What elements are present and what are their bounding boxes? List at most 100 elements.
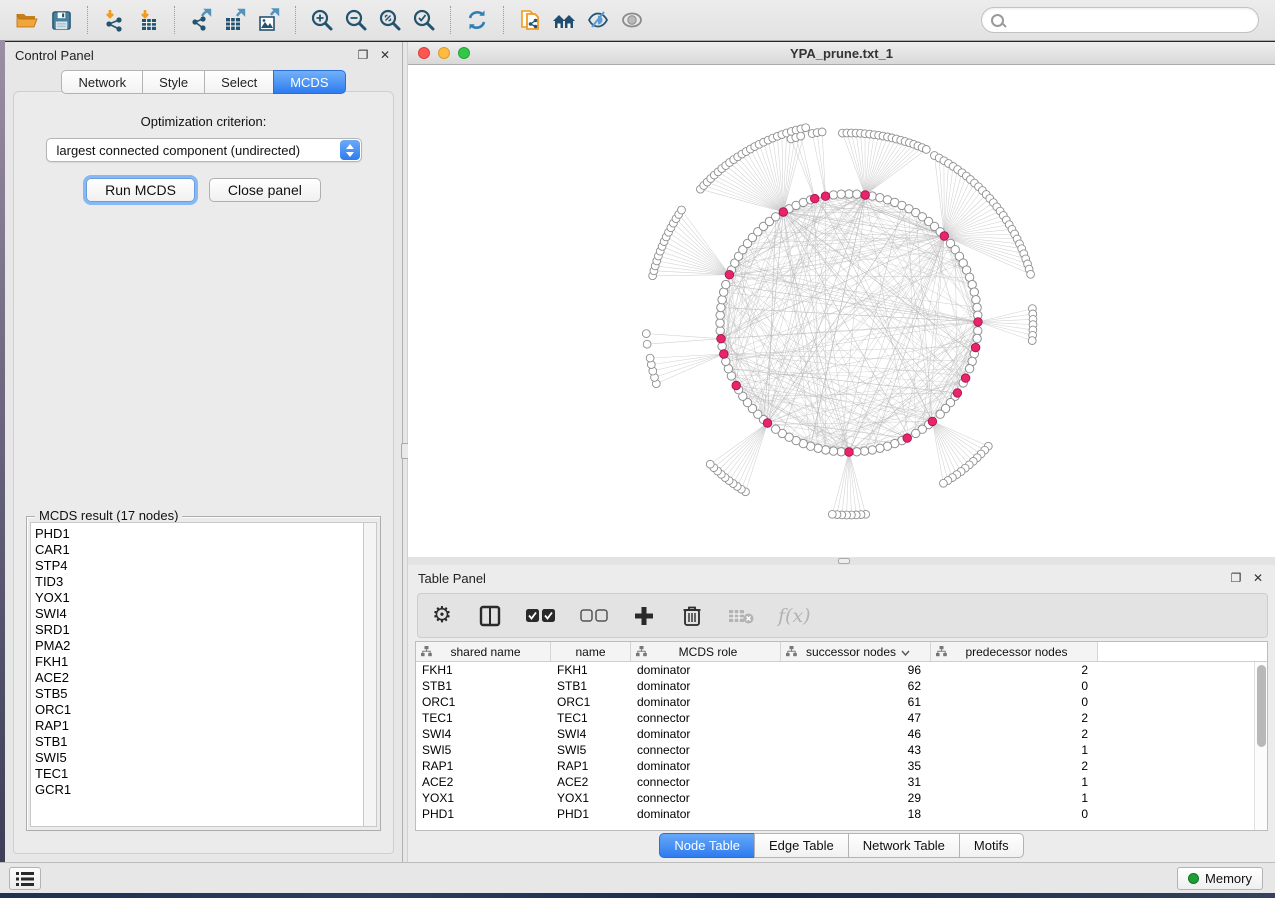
tab-motifs[interactable]: Motifs [959,833,1024,858]
tab-network-table[interactable]: Network Table [848,833,959,858]
search-input[interactable] [1009,13,1249,28]
import-table-button[interactable] [131,4,165,36]
mcds-result-item[interactable]: YOX1 [35,590,363,606]
horizontal-splitter[interactable] [408,557,1275,565]
network-node[interactable] [718,296,726,304]
mcds-node[interactable] [940,232,949,241]
task-history-button[interactable] [9,867,41,890]
mcds-result-item[interactable]: STB1 [35,734,363,750]
mcds-list-scrollbar[interactable] [364,522,377,827]
mcds-node[interactable] [720,350,729,359]
tab-select[interactable]: Select [204,70,273,94]
network-node[interactable] [876,444,884,452]
table-row[interactable]: ORC1ORC1dominator610 [416,694,1267,710]
mcds-node[interactable] [779,208,788,217]
network-node[interactable] [717,303,725,311]
network-node[interactable] [716,319,724,327]
network-node[interactable] [802,124,810,132]
network-node[interactable] [772,213,780,221]
mcds-node[interactable] [821,192,830,201]
optimization-criterion-select[interactable]: largest connected component (undirected) [46,138,362,162]
network-node[interactable] [853,448,861,456]
table-row[interactable]: YOX1YOX1connector291 [416,790,1267,806]
mcds-node[interactable] [717,334,726,343]
tab-style[interactable]: Style [142,70,204,94]
mcds-result-item[interactable]: FKH1 [35,654,363,670]
add-column-button[interactable] [632,601,656,631]
table-row[interactable]: SWI5SWI5connector431 [416,742,1267,758]
network-node[interactable] [646,354,654,362]
mcds-result-list[interactable]: PHD1CAR1STP4TID3YOX1SWI4SRD1PMA2FKH1ACE2… [30,522,364,827]
table-row[interactable]: TEC1TEC1connector472 [416,710,1267,726]
mcds-node[interactable] [903,434,912,443]
network-node[interactable] [716,311,724,319]
mcds-node[interactable] [725,270,734,279]
network-node[interactable] [829,191,837,199]
tab-mcds[interactable]: MCDS [273,70,345,94]
network-node[interactable] [940,479,948,487]
network-node[interactable] [972,296,980,304]
mcds-result-item[interactable]: TID3 [35,574,363,590]
mcds-node[interactable] [732,381,741,390]
import-network-button[interactable] [97,4,131,36]
hide-details-button[interactable] [581,4,615,36]
zoom-fit-button[interactable] [373,4,407,36]
mcds-result-item[interactable]: PHD1 [35,526,363,542]
table-row[interactable]: FKH1FKH1dominator962 [416,662,1267,678]
network-node[interactable] [845,190,853,198]
column-header-MCDS-role[interactable]: MCDS role [631,642,781,661]
session-compare-button[interactable] [547,4,581,36]
network-node[interactable] [818,128,826,136]
network-node[interactable] [797,132,805,140]
refresh-layout-button[interactable] [460,4,494,36]
column-header-shared-name[interactable]: shared name [416,642,551,661]
network-node[interactable] [706,460,714,468]
mcds-result-item[interactable]: SRD1 [35,622,363,638]
network-node[interactable] [643,340,651,348]
mcds-result-item[interactable]: ORC1 [35,702,363,718]
network-node[interactable] [965,365,973,373]
table-row[interactable]: ACE2ACE2connector311 [416,774,1267,790]
network-node[interactable] [970,288,978,296]
export-image-button[interactable] [252,4,286,36]
close-panel-button[interactable]: Close panel [209,178,321,202]
search-box[interactable] [981,7,1259,33]
mcds-result-item[interactable]: GCR1 [35,782,363,798]
network-node[interactable] [829,447,837,455]
network-node[interactable] [828,510,836,518]
tab-network[interactable]: Network [61,70,142,94]
select-all-button[interactable] [526,601,556,631]
mcds-result-item[interactable]: RAP1 [35,718,363,734]
network-graph[interactable] [408,65,1275,557]
mcds-result-item[interactable]: STP4 [35,558,363,574]
network-node[interactable] [718,342,726,350]
column-header-predecessor-nodes[interactable]: predecessor nodes [931,642,1098,661]
tab-node-table[interactable]: Node Table [659,833,754,858]
network-node[interactable] [868,446,876,454]
mcds-result-item[interactable]: SWI4 [35,606,363,622]
network-node[interactable] [973,334,981,342]
network-node[interactable] [642,330,650,338]
node-table[interactable]: shared namenameMCDS rolesuccessor nodesp… [415,641,1268,831]
mcds-node[interactable] [763,419,772,428]
table-row[interactable]: PHD1PHD1dominator180 [416,806,1267,822]
deselect-all-button[interactable] [580,601,608,631]
network-node[interactable] [912,429,920,437]
network-node[interactable] [936,410,944,418]
network-node[interactable] [772,425,780,433]
mcds-result-item[interactable]: ACE2 [35,670,363,686]
mcds-node[interactable] [961,374,970,383]
export-table-button[interactable] [218,4,252,36]
mcds-result-item[interactable]: TEC1 [35,766,363,782]
mcds-node[interactable] [810,194,819,203]
network-node[interactable] [974,327,982,335]
scrollbar-thumb[interactable] [1257,665,1266,747]
network-node[interactable] [853,190,861,198]
memory-button[interactable]: Memory [1177,867,1263,890]
table-row[interactable]: SWI4SWI4dominator462 [416,726,1267,742]
mcds-node[interactable] [953,389,962,398]
run-mcds-button[interactable]: Run MCDS [86,178,195,202]
split-view-button[interactable] [478,601,502,631]
clone-network-button[interactable] [513,4,547,36]
network-node[interactable] [1027,270,1035,278]
